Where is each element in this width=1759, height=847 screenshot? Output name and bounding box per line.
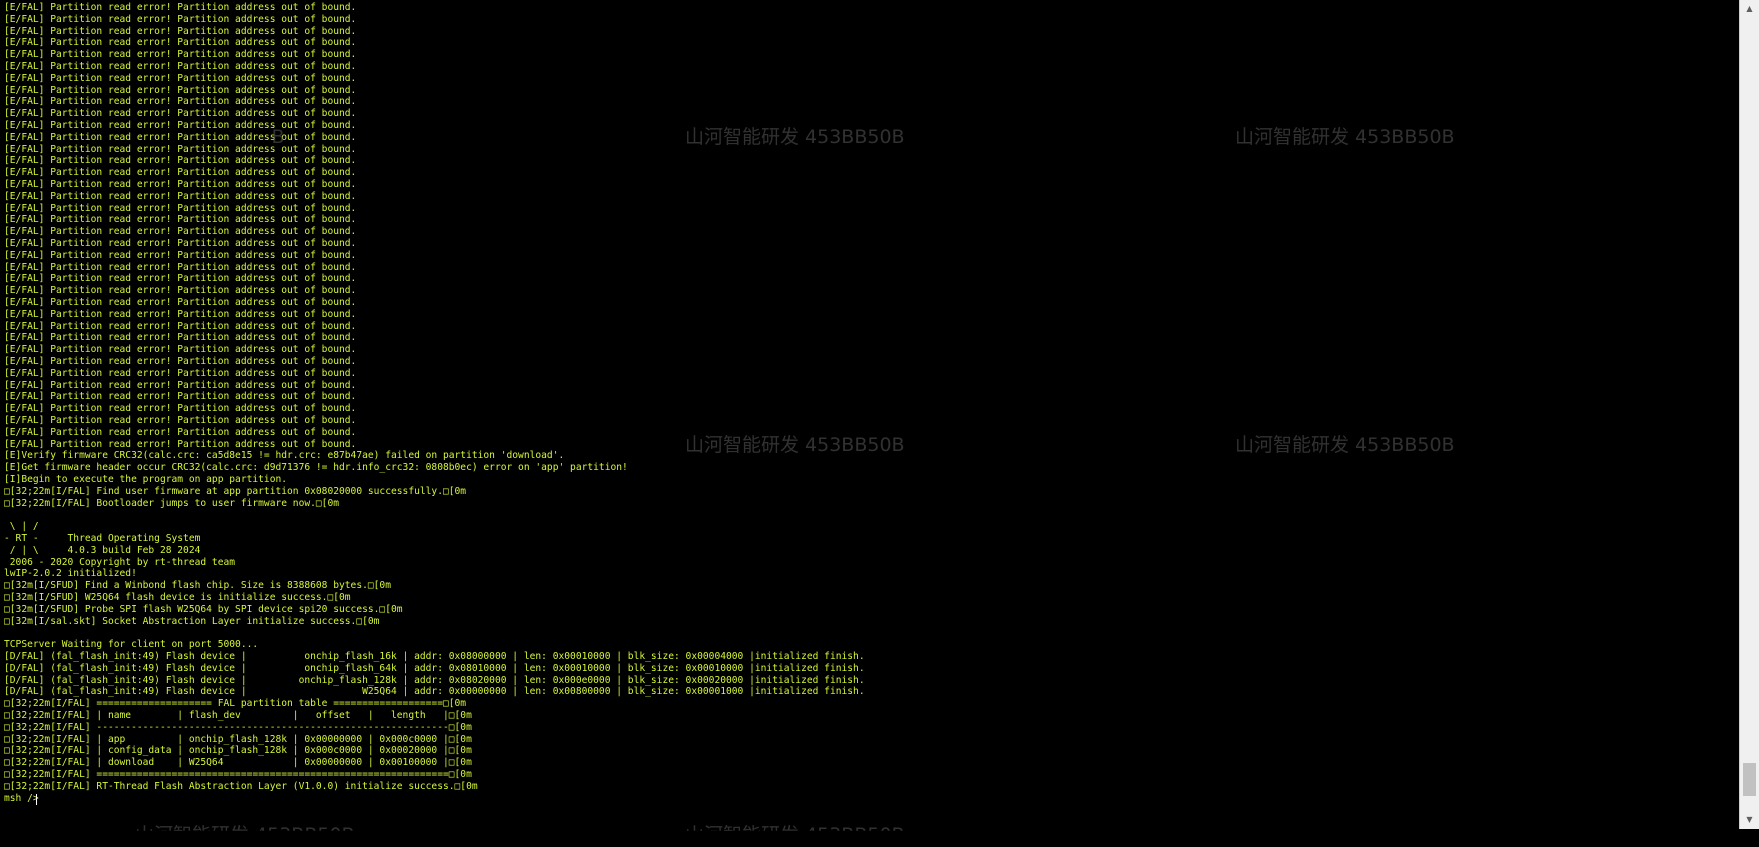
terminal-line: □[32;22m[I/FAL] | config_data | onchip_f…	[4, 745, 472, 757]
terminal-line: [E/FAL] Partition read error! Partition …	[4, 25, 357, 37]
terminal-line: □[32;22m[I/FAL] Find user firmware at ap…	[4, 485, 467, 497]
terminal-line: [E/FAL] Partition read error! Partition …	[4, 367, 357, 379]
terminal-line: □[32m[I/SFUD] W25Q64 flash device is ini…	[4, 592, 351, 603]
chevron-down-icon[interactable]: ▼	[1740, 811, 1759, 829]
terminal-line: □[32m[I/SFUD] Find a Winbond flash chip.…	[4, 580, 391, 592]
terminal-line: □[32;22m[I/FAL] ==================== FAL…	[4, 698, 467, 710]
terminal-line: [E/FAL] Partition read error! Partition …	[4, 438, 357, 450]
terminal-line: msh />	[4, 792, 39, 804]
terminal-line: \ | /	[4, 521, 39, 533]
terminal-line: [E/FAL] Partition read error! Partition …	[4, 320, 357, 332]
terminal-line: [E/FAL] Partition read error! Partition …	[4, 2, 357, 13]
terminal-line: [E/FAL] Partition read error! Partition …	[4, 84, 357, 96]
terminal-line: [E/FAL] Partition read error! Partition …	[4, 49, 357, 61]
terminal-line: [E/FAL] Partition read error! Partition …	[4, 308, 357, 320]
terminal-line: [E/FAL] Partition read error! Partition …	[4, 131, 357, 143]
terminal-line: □[32;22m[I/FAL] Bootloader jumps to user…	[4, 497, 340, 509]
terminal-line: [E/FAL] Partition read error! Partition …	[4, 37, 357, 49]
terminal-cursor	[36, 793, 37, 805]
terminal-line: [E/FAL] Partition read error! Partition …	[4, 226, 357, 238]
terminal-line: □[32m[I/SFUD] Probe SPI flash W25Q64 by …	[4, 603, 403, 615]
terminal-line: [E/FAL] Partition read error! Partition …	[4, 356, 357, 367]
chevron-up-icon[interactable]: ▲	[1740, 0, 1759, 18]
terminal-line: [E/FAL] Partition read error! Partition …	[4, 214, 357, 226]
vertical-scrollbar[interactable]: ▲ ▼	[1739, 0, 1759, 829]
terminal-line: [E/FAL] Partition read error! Partition …	[4, 415, 357, 426]
terminal-line: [E/FAL] Partition read error! Partition …	[4, 167, 357, 179]
terminal-line: □[32;22m[I/FAL] | download | W25Q64 | 0x…	[4, 757, 472, 769]
terminal-line: [E/FAL] Partition read error! Partition …	[4, 143, 357, 155]
terminal-line: - RT - Thread Operating System	[4, 533, 201, 544]
terminal-line: 2006 - 2020 Copyright by rt-thread team	[4, 556, 236, 568]
terminal-line: [E]Verify firmware CRC32(calc.crc: ca5d8…	[4, 450, 565, 462]
terminal-line: [E/FAL] Partition read error! Partition …	[4, 426, 357, 438]
terminal-line: [E/FAL] Partition read error! Partition …	[4, 261, 357, 273]
terminal-line: [E/FAL] Partition read error! Partition …	[4, 96, 357, 108]
terminal-line: [E/FAL] Partition read error! Partition …	[4, 155, 357, 167]
terminal-line: TCPServer Waiting for client on port 500…	[4, 639, 259, 651]
terminal-line: [I]Begin to execute the program on app p…	[4, 474, 288, 485]
terminal-line: □[32;22m[I/FAL] | name | flash_dev | off…	[4, 710, 472, 721]
terminal-line: [E/FAL] Partition read error! Partition …	[4, 202, 357, 214]
terminal-line: [E/FAL] Partition read error! Partition …	[4, 238, 357, 249]
terminal-line: [E/FAL] Partition read error! Partition …	[4, 190, 357, 202]
terminal-line: □[32;22m[I/FAL] ------------------------…	[4, 721, 472, 733]
terminal-line: / | \ 4.0.3 build Feb 28 2024	[4, 544, 201, 556]
terminal-line: □[32;22m[I/FAL] ========================…	[4, 769, 472, 780]
terminal-line: [E/FAL] Partition read error! Partition …	[4, 61, 357, 72]
terminal-line: [E/FAL] Partition read error! Partition …	[4, 72, 357, 84]
terminal-line: [E/FAL] Partition read error! Partition …	[4, 179, 357, 190]
terminal-line: [D/FAL] (fal_flash_init:49) Flash device…	[4, 651, 865, 662]
terminal-line: [E/FAL] Partition read error! Partition …	[4, 285, 357, 297]
terminal-line: [D/FAL] (fal_flash_init:49) Flash device…	[4, 674, 865, 686]
terminal-line: [E/FAL] Partition read error! Partition …	[4, 344, 357, 356]
terminal-line: [D/FAL] (fal_flash_init:49) Flash device…	[4, 686, 865, 698]
terminal-line: [E/FAL] Partition read error! Partition …	[4, 379, 357, 391]
terminal-line: [E/FAL] Partition read error! Partition …	[4, 120, 357, 131]
terminal-line: [D/FAL] (fal_flash_init:49) Flash device…	[4, 662, 865, 674]
terminal-line: [E/FAL] Partition read error! Partition …	[4, 391, 357, 403]
terminal-output[interactable]: [E/FAL] Partition read error! Partition …	[0, 0, 1740, 829]
terminal-line: □[32m[I/sal.skt] Socket Abstraction Laye…	[4, 615, 380, 627]
terminal-line: [E/FAL] Partition read error! Partition …	[4, 249, 357, 261]
terminal-line: [E/FAL] Partition read error! Partition …	[4, 108, 357, 120]
terminal-line: lwIP-2.0.2 initialized!	[4, 568, 137, 580]
terminal-line: [E/FAL] Partition read error! Partition …	[4, 332, 357, 344]
terminal-line: [E/FAL] Partition read error! Partition …	[4, 297, 357, 308]
scrollbar-thumb[interactable]	[1743, 762, 1756, 796]
terminal-line: [E/FAL] Partition read error! Partition …	[4, 273, 357, 285]
terminal-line: □[32;22m[I/FAL] | app | onchip_flash_128…	[4, 733, 472, 745]
terminal-line: [E/FAL] Partition read error! Partition …	[4, 403, 357, 415]
terminal-line: [E/FAL] Partition read error! Partition …	[4, 13, 357, 25]
terminal-line: [E]Get firmware header occur CRC32(calc.…	[4, 462, 628, 474]
terminal-line: □[32;22m[I/FAL] RT-Thread Flash Abstract…	[4, 780, 478, 792]
